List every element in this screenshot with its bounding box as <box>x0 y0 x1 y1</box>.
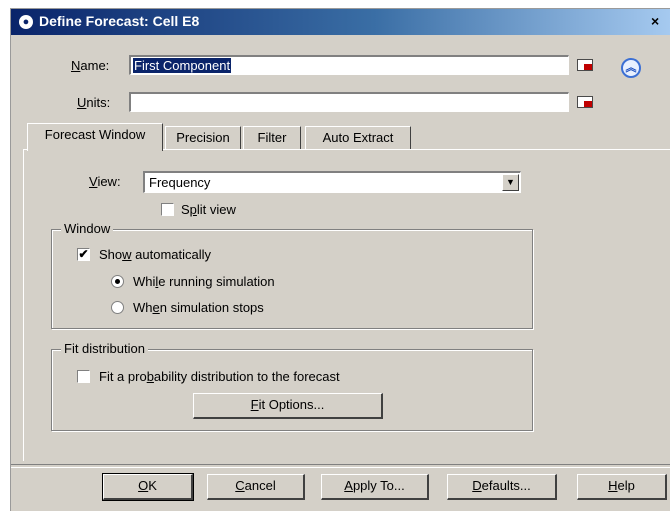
apply-to-button[interactable]: Apply To... <box>321 474 429 500</box>
when-stops-radio[interactable] <box>111 301 124 314</box>
define-forecast-dialog: ● Define Forecast: Cell E8 × Name: First… <box>10 8 670 511</box>
units-input[interactable] <box>129 92 569 112</box>
while-running-radio[interactable] <box>111 275 124 288</box>
collapse-button[interactable]: ︽ <box>621 58 641 78</box>
check-mark-icon: ✔ <box>78 247 89 261</box>
title-bar[interactable]: ● Define Forecast: Cell E8 × <box>11 9 670 35</box>
chevron-up-icon: ︽ <box>625 62 637 74</box>
view-label: View: <box>89 174 121 189</box>
bottom-separator <box>11 464 670 468</box>
split-view-label: Split view <box>181 202 236 217</box>
chevron-down-icon[interactable]: ▼ <box>502 174 519 191</box>
cell-reference-icon <box>577 59 593 71</box>
ok-button[interactable]: OK <box>102 473 194 501</box>
when-stops-label: When simulation stops <box>133 300 264 315</box>
window-title: Define Forecast: Cell E8 <box>39 13 200 29</box>
help-button[interactable]: Help <box>577 474 667 500</box>
tab-precision[interactable]: Precision <box>165 126 241 149</box>
name-input[interactable]: First Component <box>129 55 569 75</box>
name-label: Name: <box>71 58 110 73</box>
tab-forecast-window[interactable]: Forecast Window <box>27 123 163 151</box>
split-view-checkbox[interactable] <box>161 203 174 216</box>
view-select[interactable]: Frequency ▼ <box>143 171 521 193</box>
app-icon: ● <box>19 15 33 29</box>
fit-options-button[interactable]: Fit Options... <box>193 393 383 419</box>
show-automatically-label: Show automatically <box>99 247 212 262</box>
fit-distribution-group-title: Fit distribution <box>61 341 148 356</box>
defaults-button[interactable]: Defaults... <box>447 474 557 500</box>
show-automatically-checkbox[interactable]: ✔ <box>77 248 90 261</box>
name-cell-reference-button[interactable] <box>573 55 597 75</box>
view-select-value: Frequency <box>149 175 211 190</box>
units-label: Units: <box>77 95 111 110</box>
cancel-button[interactable]: Cancel <box>207 474 305 500</box>
tab-auto-extract[interactable]: Auto Extract <box>305 126 411 149</box>
units-cell-reference-button[interactable] <box>573 92 597 112</box>
close-icon[interactable]: × <box>651 13 659 29</box>
tab-filter[interactable]: Filter <box>243 126 301 149</box>
fit-distribution-checkbox[interactable] <box>77 370 90 383</box>
while-running-label: While running simulation <box>133 274 275 289</box>
name-input-value: First Component <box>133 58 232 73</box>
cell-reference-icon <box>577 96 593 108</box>
fit-distribution-label: Fit a probability distribution to the fo… <box>99 369 340 384</box>
window-group-title: Window <box>61 221 114 236</box>
